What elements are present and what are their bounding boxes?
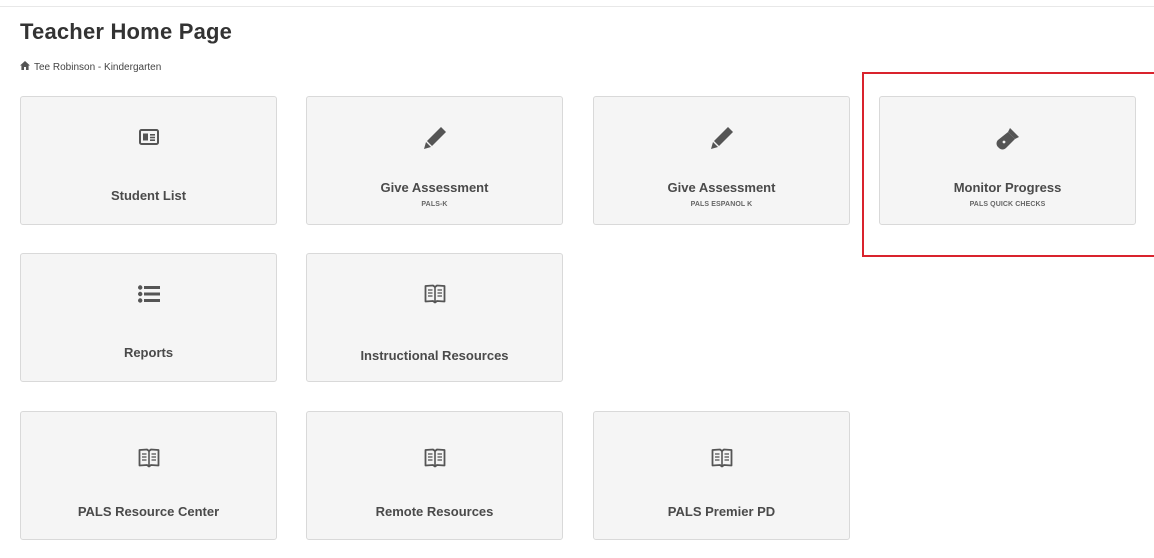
book-icon bbox=[307, 284, 562, 304]
breadcrumb-text: Tee Robinson - Kindergarten bbox=[34, 61, 162, 73]
book-icon bbox=[307, 448, 562, 468]
top-divider bbox=[0, 6, 1154, 7]
give-assessment-espanol-tile[interactable]: Give Assessment PALS ESPANOL K bbox=[593, 96, 850, 225]
remote-resources-tile[interactable]: Remote Resources bbox=[306, 411, 563, 540]
give-assessment-pals-k-tile[interactable]: Give Assessment PALS-K bbox=[306, 96, 563, 225]
tile-label: PALS Premier PD bbox=[667, 504, 776, 519]
pencil-icon bbox=[307, 125, 562, 151]
tile-label: Instructional Resources bbox=[360, 348, 509, 363]
book-icon bbox=[21, 448, 276, 468]
tile-label: Reports bbox=[123, 345, 174, 360]
breadcrumb: Tee Robinson - Kindergarten bbox=[20, 61, 161, 73]
pencil-icon bbox=[594, 125, 849, 151]
tile-label: PALS Resource Center bbox=[77, 504, 220, 519]
home-icon bbox=[20, 61, 30, 73]
tile-label: Student List bbox=[110, 188, 187, 203]
tile-sublabel: PALS-K bbox=[421, 201, 448, 208]
page-title: Teacher Home Page bbox=[20, 19, 233, 44]
pals-premier-pd-tile[interactable]: PALS Premier PD bbox=[593, 411, 850, 540]
student-list-tile[interactable]: Student List bbox=[20, 96, 277, 225]
instructional-resources-tile[interactable]: Instructional Resources bbox=[306, 253, 563, 382]
tile-label: Remote Resources bbox=[375, 504, 494, 519]
pals-resource-center-tile[interactable]: PALS Resource Center bbox=[20, 411, 277, 540]
list-icon bbox=[21, 285, 276, 303]
id-card-icon bbox=[21, 129, 276, 145]
reports-tile[interactable]: Reports bbox=[20, 253, 277, 382]
tile-label: Give Assessment bbox=[380, 180, 489, 195]
highlight-box bbox=[862, 72, 1154, 257]
tile-label: Give Assessment bbox=[667, 180, 776, 195]
tile-sublabel: PALS ESPANOL K bbox=[690, 201, 753, 208]
book-icon bbox=[594, 448, 849, 468]
